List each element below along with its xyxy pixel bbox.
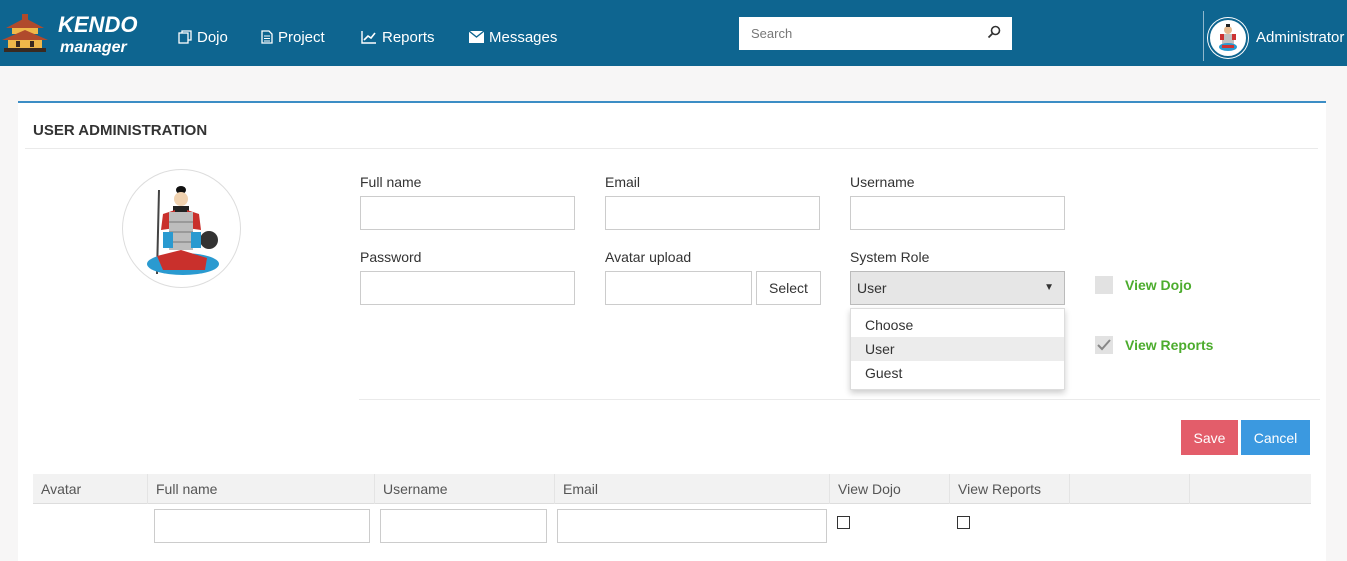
view-dojo-permission[interactable]: View Dojo: [1095, 276, 1192, 294]
column-header-full-name[interactable]: Full name: [147, 474, 374, 504]
logo-title: KENDO: [58, 12, 137, 37]
role-option-guest[interactable]: Guest: [851, 361, 1064, 385]
email-field[interactable]: [605, 196, 820, 230]
save-button[interactable]: Save: [1181, 420, 1238, 455]
filter-full-name[interactable]: [154, 509, 370, 543]
view-reports-checkbox[interactable]: [1095, 336, 1113, 354]
username-field[interactable]: [850, 196, 1065, 230]
system-role-label: System Role: [850, 249, 930, 265]
user-avatar[interactable]: [1208, 18, 1248, 58]
line-chart-icon: [361, 31, 376, 44]
save-button-label: Save: [1193, 429, 1226, 446]
kendo-manager-logo[interactable]: KENDO manager: [2, 8, 152, 60]
system-role-dropdown: Choose User Guest: [850, 308, 1065, 390]
avatar-select-button[interactable]: Select: [756, 271, 821, 305]
column-header-blank-2: [1189, 474, 1311, 504]
column-header-view-dojo[interactable]: View Dojo: [829, 474, 949, 504]
system-role-value: User: [857, 280, 887, 296]
panel-title: USER ADMINISTRATION: [33, 122, 208, 139]
nav-reports[interactable]: Reports: [361, 27, 435, 47]
samurai-avatar: [122, 169, 241, 288]
username-label: Username: [850, 174, 915, 190]
search-box: [739, 17, 1012, 50]
svg-text:manager: manager: [60, 39, 127, 56]
copy-icon: [178, 30, 192, 44]
filter-username[interactable]: [380, 509, 547, 543]
column-header-blank-1: [1069, 474, 1189, 504]
caret-down-icon: ▼: [1044, 282, 1054, 293]
password-field[interactable]: [360, 271, 575, 305]
form-divider: [359, 399, 1320, 400]
nav-messages[interactable]: Messages: [469, 27, 557, 47]
avatar-select-label: Select: [769, 280, 808, 296]
nav-dojo[interactable]: Dojo: [178, 27, 228, 47]
nav-dojo-label: Dojo: [197, 28, 228, 46]
view-reports-permission[interactable]: View Reports: [1095, 336, 1213, 354]
view-reports-label: View Reports: [1125, 337, 1214, 353]
column-header-view-reports[interactable]: View Reports: [949, 474, 1069, 504]
search-icon[interactable]: [987, 25, 1001, 44]
nav-project[interactable]: Project: [261, 27, 325, 47]
password-label: Password: [360, 249, 422, 265]
cancel-button-label: Cancel: [1253, 429, 1298, 446]
column-header-email[interactable]: Email: [554, 474, 829, 504]
users-table-header: Avatar Full name Username Email View Doj…: [33, 474, 1311, 504]
user-administration-panel: USER ADMINISTRATION Full name Email User…: [18, 101, 1326, 561]
nav-project-label: Project: [278, 28, 325, 46]
nav-reports-label: Reports: [382, 28, 435, 46]
top-navbar: KENDO manager Dojo Project Reports Messa…: [0, 0, 1347, 66]
full-name-label: Full name: [360, 174, 422, 190]
filter-view-reports-checkbox[interactable]: [957, 516, 970, 529]
email-label: Email: [605, 174, 641, 190]
role-option-choose[interactable]: Choose: [851, 313, 1064, 337]
cancel-button[interactable]: Cancel: [1241, 420, 1310, 455]
role-option-user[interactable]: User: [851, 337, 1064, 361]
avatar-upload-label: Avatar upload: [605, 249, 692, 265]
panel-divider: [25, 148, 1318, 149]
system-role-select[interactable]: User ▼: [850, 271, 1065, 305]
column-header-username[interactable]: Username: [374, 474, 554, 504]
envelope-icon: [469, 31, 484, 43]
user-name[interactable]: Administrator: [1256, 29, 1344, 46]
document-icon: [261, 30, 273, 44]
column-header-avatar[interactable]: Avatar: [33, 474, 147, 504]
view-dojo-checkbox[interactable]: [1095, 276, 1113, 294]
nav-messages-label: Messages: [489, 28, 558, 46]
view-dojo-label: View Dojo: [1125, 277, 1192, 293]
navbar-divider: [1203, 11, 1204, 61]
filter-email[interactable]: [557, 509, 827, 543]
full-name-field[interactable]: [360, 196, 575, 230]
search-input[interactable]: [739, 18, 979, 49]
filter-view-dojo-checkbox[interactable]: [837, 516, 850, 529]
avatar-upload-field[interactable]: [605, 271, 752, 305]
checkmark-icon: [1097, 339, 1111, 351]
